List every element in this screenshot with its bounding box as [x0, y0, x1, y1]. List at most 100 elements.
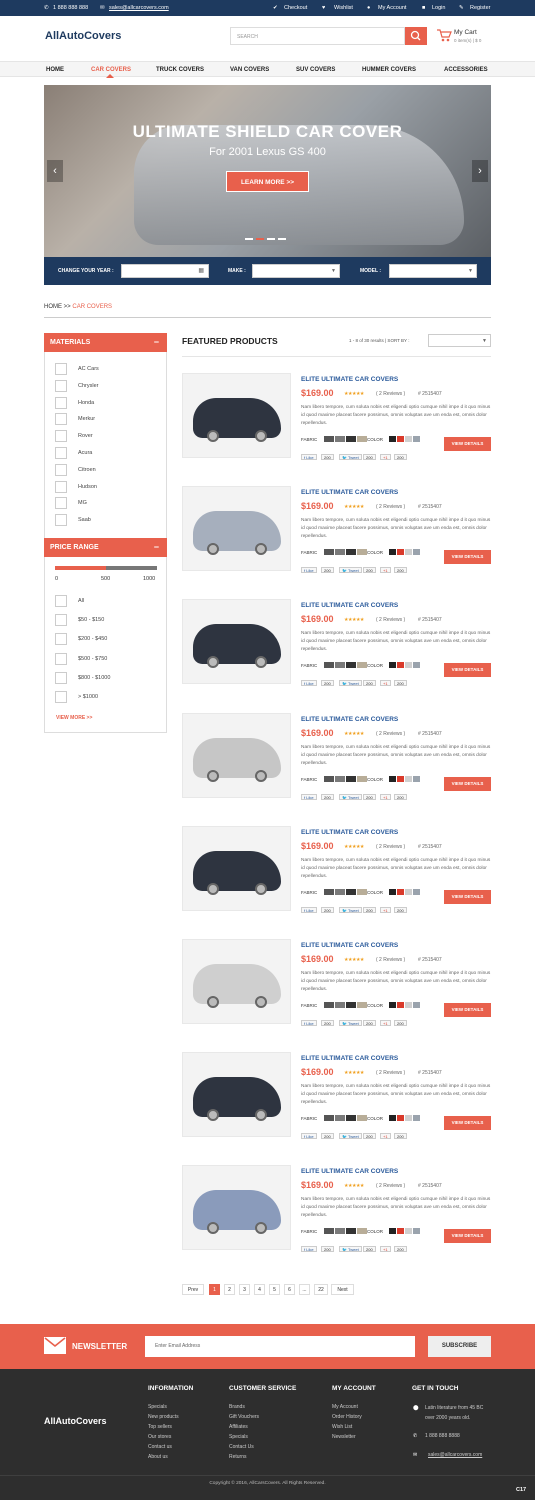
footer-logo[interactable]: AllAutoCovers	[44, 1416, 107, 1426]
fabric-swatch[interactable]	[346, 662, 356, 669]
product-name[interactable]: ELITE ULTIMATE CAR COVERS	[301, 829, 398, 836]
product-reviews[interactable]: ( 2 Reviews )	[376, 731, 405, 737]
checkbox[interactable]	[55, 413, 67, 426]
color-swatch[interactable]	[413, 1115, 420, 1122]
checkbox[interactable]	[55, 497, 67, 510]
fabric-swatch[interactable]	[346, 888, 356, 895]
color-swatch[interactable]	[389, 1002, 396, 1008]
checkbox[interactable]	[55, 671, 67, 684]
gplus-button[interactable]: +1	[380, 567, 391, 574]
view-details-button[interactable]: VIEW DETAILS	[444, 550, 491, 565]
color-swatch[interactable]	[397, 1002, 404, 1008]
breadcrumb-home[interactable]: HOME	[44, 304, 62, 310]
hero-next-arrow-icon[interactable]: ›	[472, 160, 488, 182]
fabric-swatch[interactable]	[335, 775, 345, 782]
product-name[interactable]: ELITE ULTIMATE CAR COVERS	[301, 1168, 398, 1175]
topbar-register[interactable]: Register	[470, 5, 490, 11]
pagination-item[interactable]: Next	[331, 1284, 354, 1295]
product-reviews[interactable]: ( 2 Reviews )	[376, 957, 405, 963]
nav-accessories[interactable]: ACCESSORIES	[444, 67, 488, 73]
fabric-swatch[interactable]	[357, 549, 367, 556]
gplus-button[interactable]: +1	[380, 454, 391, 460]
product-name[interactable]: ELITE ULTIMATE CAR COVERS	[301, 716, 398, 723]
footer-link-information[interactable]: New products	[148, 1414, 179, 1420]
checkbox[interactable]	[55, 463, 67, 476]
color-swatch[interactable]	[413, 436, 420, 442]
pagination-item[interactable]: 6	[284, 1284, 295, 1295]
fabric-swatch[interactable]	[335, 1228, 345, 1235]
footer-link-service[interactable]: Brands	[229, 1404, 245, 1410]
fabric-swatch[interactable]	[346, 775, 356, 782]
facebook-like-button[interactable]: f Like	[301, 1020, 317, 1026]
fabric-swatch[interactable]	[346, 549, 356, 556]
material-filter-item[interactable]: Chrysler	[55, 379, 165, 392]
material-filter-item[interactable]: MG	[55, 497, 165, 510]
product-name[interactable]: ELITE ULTIMATE CAR COVERS	[301, 489, 398, 496]
color-swatch[interactable]	[405, 1115, 412, 1122]
view-details-button[interactable]: VIEW DETAILS	[444, 1229, 491, 1244]
product-name[interactable]: ELITE ULTIMATE CAR COVERS	[301, 376, 398, 383]
fabric-swatch[interactable]	[357, 775, 367, 782]
footer-link-account[interactable]: Newsletter	[332, 1434, 356, 1440]
color-swatch[interactable]	[405, 436, 412, 442]
slider-dot[interactable]	[245, 238, 253, 240]
pagination-item[interactable]: 2	[224, 1284, 235, 1295]
sort-select[interactable]: ▼	[428, 334, 491, 347]
fabric-swatch[interactable]	[357, 1115, 367, 1122]
material-filter-item[interactable]: Hudson	[55, 480, 165, 493]
view-details-button[interactable]: VIEW DETAILS	[444, 776, 491, 791]
footer-link-service[interactable]: Returns	[229, 1454, 247, 1460]
product-image[interactable]	[182, 1165, 291, 1251]
color-swatch[interactable]	[413, 1002, 420, 1008]
fabric-swatch[interactable]	[324, 888, 334, 895]
gplus-button[interactable]: +1	[380, 906, 391, 913]
make-select[interactable]: ▼	[252, 264, 340, 278]
color-swatch[interactable]	[397, 1115, 404, 1122]
price-filter-item[interactable]: All	[55, 595, 165, 607]
checkbox[interactable]	[55, 614, 67, 627]
color-swatch[interactable]	[397, 1228, 404, 1235]
material-filter-item[interactable]: Merkur	[55, 413, 165, 426]
nav-van-covers[interactable]: VAN COVERS	[230, 67, 269, 73]
material-filter-item[interactable]: Honda	[55, 396, 165, 409]
gplus-button[interactable]: +1	[380, 1246, 391, 1253]
price-filter-item[interactable]: $50 - $150	[55, 614, 165, 627]
hero-prev-arrow-icon[interactable]: ‹	[47, 160, 63, 182]
model-select[interactable]: ▼	[389, 264, 477, 278]
product-image[interactable]	[182, 825, 291, 911]
material-filter-item[interactable]: Acura	[55, 447, 165, 459]
color-swatch[interactable]	[413, 888, 420, 895]
color-swatch[interactable]	[389, 549, 396, 556]
footer-link-information[interactable]: About us	[148, 1454, 168, 1460]
topbar-login[interactable]: Login	[432, 5, 445, 11]
footer-link-account[interactable]: Wish List	[332, 1424, 352, 1430]
tweet-button[interactable]: 🐦 Tweet	[339, 1020, 362, 1026]
slider-dot[interactable]	[267, 238, 275, 240]
fabric-swatch[interactable]	[324, 1115, 334, 1122]
price-filter-item[interactable]: > $1000	[55, 691, 165, 703]
tweet-button[interactable]: 🐦 Tweet	[339, 793, 362, 800]
tweet-button[interactable]: 🐦 Tweet	[339, 567, 362, 574]
view-more-link[interactable]: VIEW MORE >>	[56, 715, 92, 721]
view-details-button[interactable]: VIEW DETAILS	[444, 1003, 491, 1017]
footer-link-information[interactable]: Our stores	[148, 1434, 171, 1440]
fabric-swatch[interactable]	[324, 775, 334, 782]
fabric-swatch[interactable]	[346, 436, 356, 442]
view-details-button[interactable]: VIEW DETAILS	[444, 1116, 491, 1131]
checkbox[interactable]	[55, 447, 67, 459]
color-swatch[interactable]	[389, 775, 396, 782]
gplus-button[interactable]: +1	[380, 1133, 391, 1140]
view-details-button[interactable]: VIEW DETAILS	[444, 663, 491, 678]
subscribe-button[interactable]: SUBSCRIBE	[428, 1336, 491, 1357]
product-reviews[interactable]: ( 2 Reviews )	[376, 1183, 405, 1189]
tweet-button[interactable]: 🐦 Tweet	[339, 1246, 362, 1253]
fabric-swatch[interactable]	[324, 662, 334, 669]
checkbox[interactable]	[55, 633, 67, 646]
product-image[interactable]	[182, 1052, 291, 1138]
color-swatch[interactable]	[405, 662, 412, 669]
footer-link-service[interactable]: Affiliates	[229, 1424, 248, 1430]
fabric-swatch[interactable]	[324, 1228, 334, 1235]
product-reviews[interactable]: ( 2 Reviews )	[376, 617, 405, 623]
checkbox[interactable]	[55, 691, 67, 703]
material-filter-item[interactable]: Rover	[55, 430, 165, 443]
